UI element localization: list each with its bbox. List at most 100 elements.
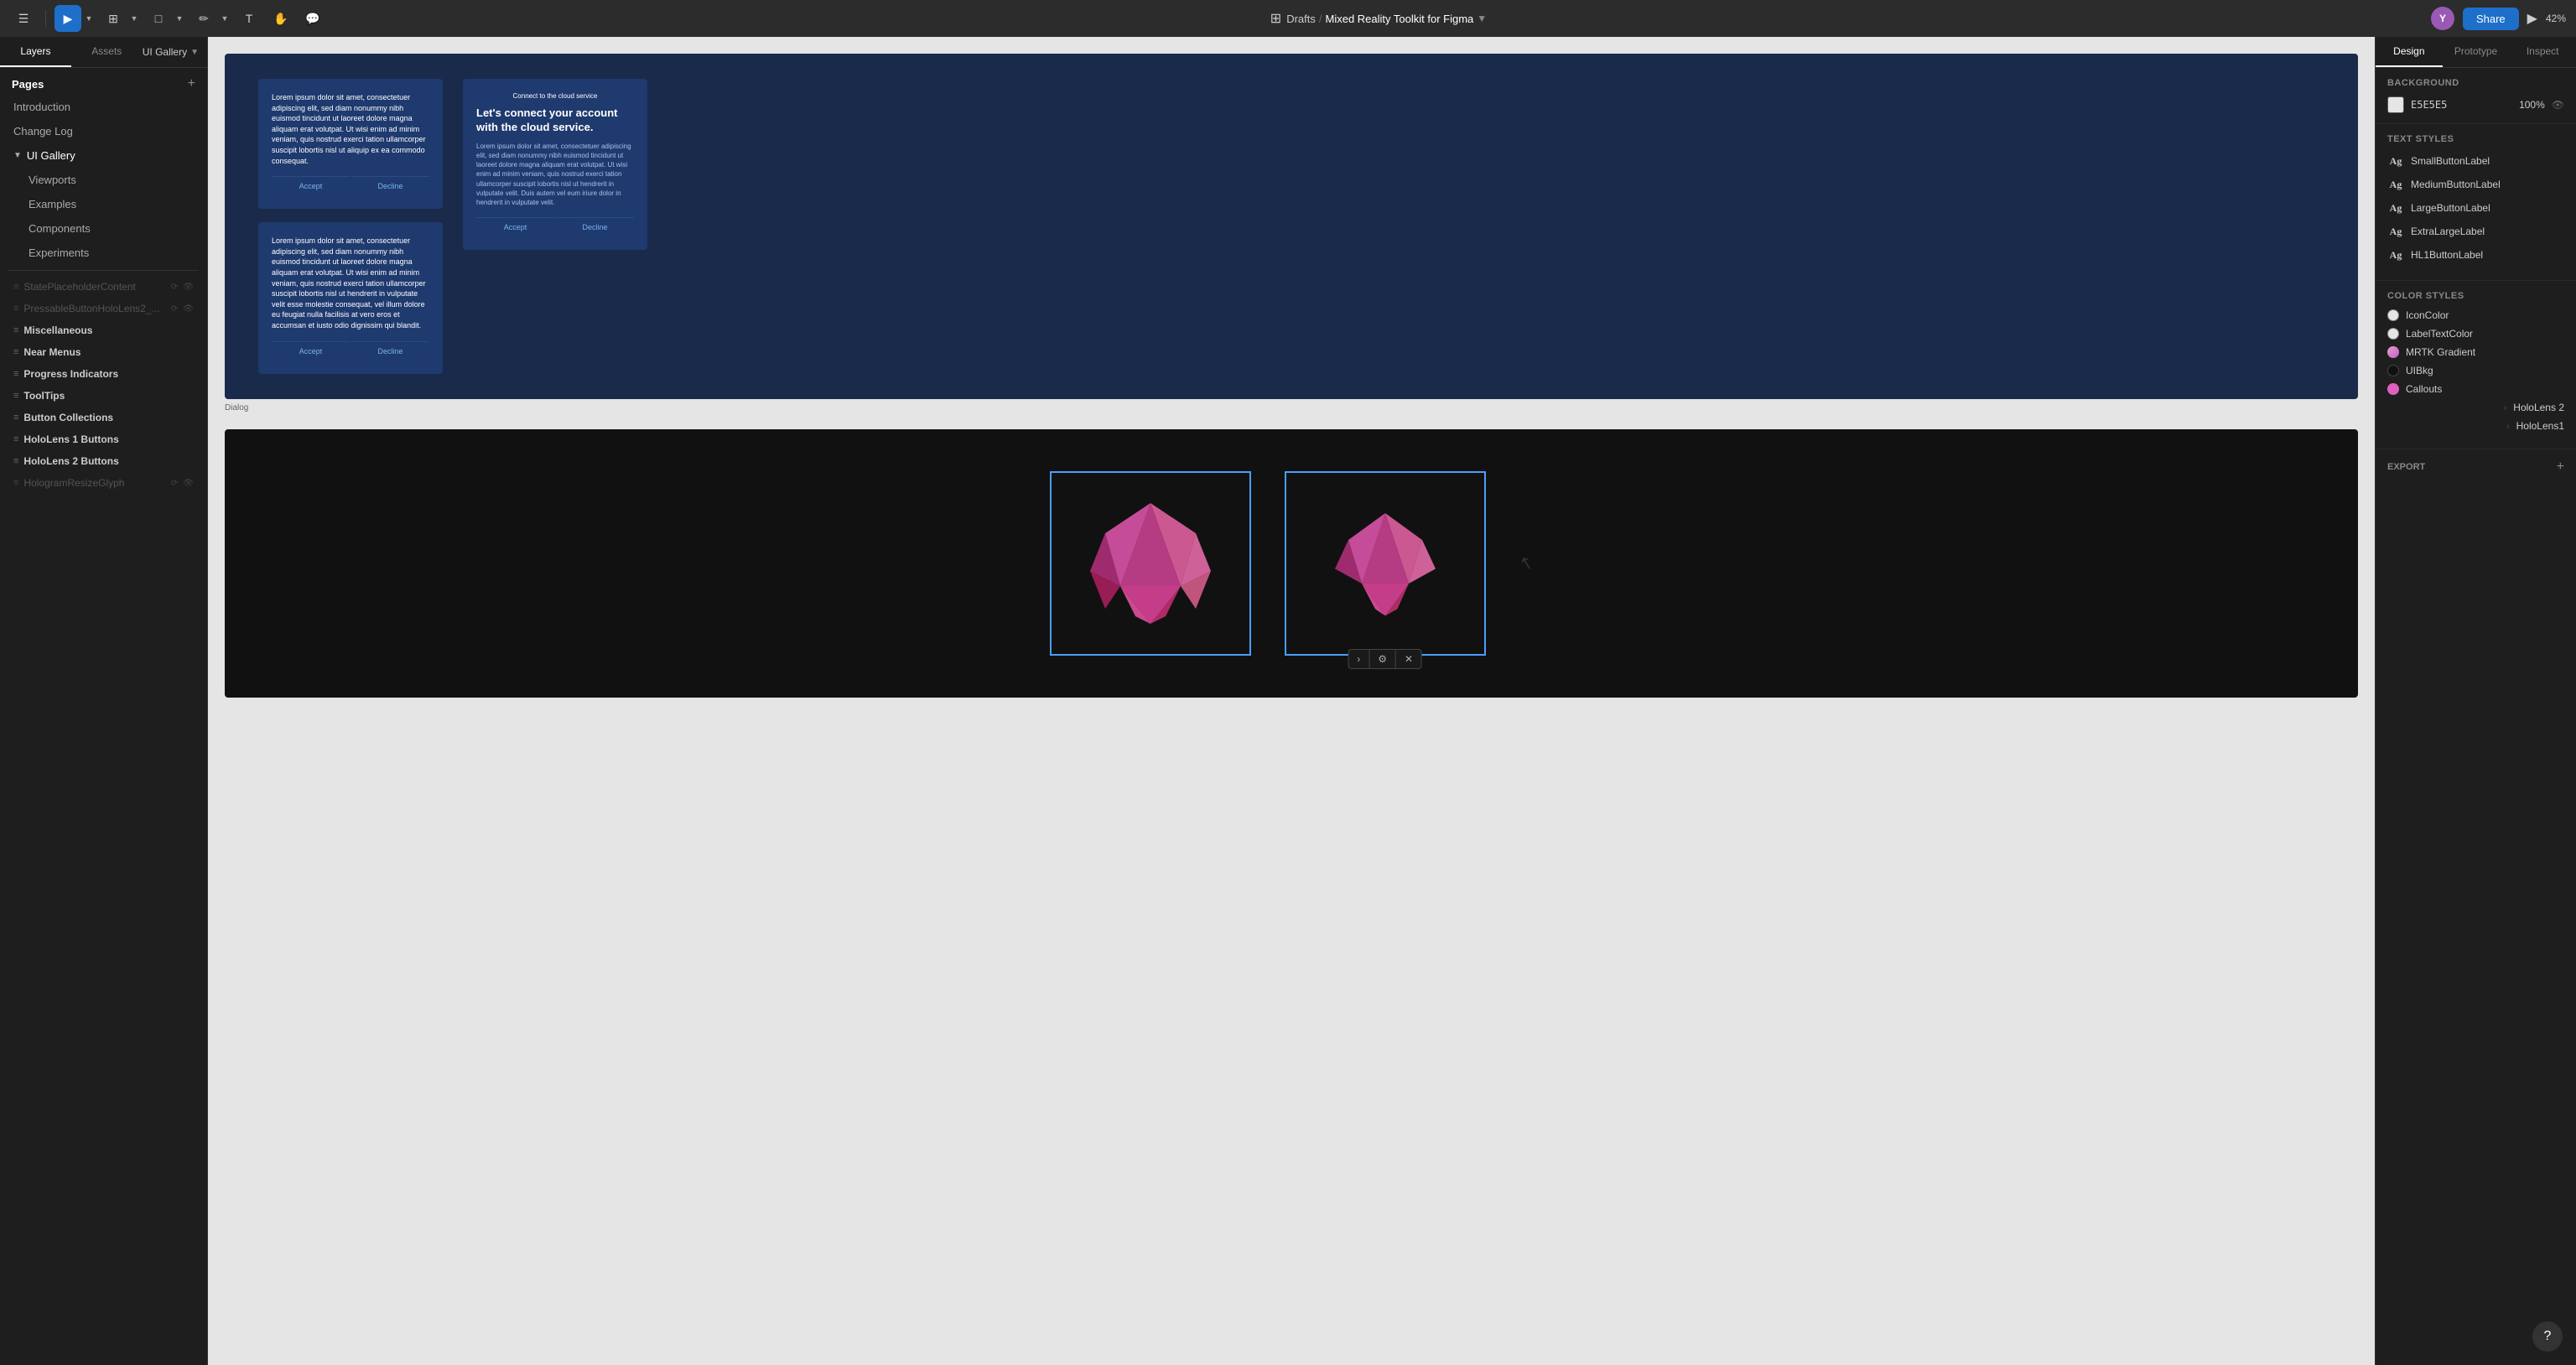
style-row-hl1button[interactable]: Ag HL1ButtonLabel bbox=[2387, 247, 2564, 263]
style-row-extralarge[interactable]: Ag ExtraLargeLabel bbox=[2387, 223, 2564, 240]
dialog-top-buttons: Accept Decline bbox=[272, 176, 429, 195]
dialog-top-text: Lorem ipsum dolor sit amet, consectetuer… bbox=[272, 92, 429, 166]
color-row-hololens2[interactable]: › HoloLens 2 bbox=[2387, 402, 2564, 413]
separator-1 bbox=[45, 10, 46, 27]
breadcrumb-title[interactable]: Mixed Reality Toolkit for Figma bbox=[1326, 13, 1474, 25]
dialog-decline-button-bottom[interactable]: Decline bbox=[351, 341, 429, 361]
hand-tool-button[interactable]: ✋ bbox=[267, 5, 294, 32]
dialog-decline-button-top[interactable]: Decline bbox=[351, 176, 429, 195]
page-item-introduction[interactable]: Introduction bbox=[5, 95, 202, 119]
color-row-callouts[interactable]: Callouts bbox=[2387, 383, 2564, 395]
color-name-mrtkgradient: MRTK Gradient bbox=[2406, 346, 2475, 358]
frame-tool-dropdown[interactable]: ▼ bbox=[128, 5, 140, 32]
ui-gallery-label-area: UI Gallery ▼ bbox=[143, 37, 207, 67]
background-color-value: E5E5E5 bbox=[2411, 99, 2447, 111]
layer-action-eye[interactable]: 👁 bbox=[183, 283, 194, 292]
text-style-ag-icon-3: Ag bbox=[2387, 200, 2404, 216]
shape-tool-button[interactable]: □ bbox=[145, 5, 172, 32]
color-chevron-hl1: › bbox=[2506, 422, 2509, 431]
comment-tool-button[interactable]: 💬 bbox=[299, 5, 326, 32]
layer-action-eye2[interactable]: 👁 bbox=[183, 304, 194, 314]
page-label-experiments: Experiments bbox=[29, 247, 89, 259]
layer-name-hl2buttons: HoloLens 2 Buttons bbox=[23, 455, 194, 467]
frame-toolbar-settings[interactable]: ⚙ bbox=[1369, 650, 1396, 668]
corner-tr-right bbox=[1479, 471, 1486, 478]
text-styles-title: Text Styles bbox=[2387, 134, 2564, 144]
layer-item-progressindicators[interactable]: ≡ Progress Indicators bbox=[5, 363, 202, 385]
tab-layers[interactable]: Layers bbox=[0, 37, 71, 67]
layer-item-hololens2buttons[interactable]: ≡ HoloLens 2 Buttons bbox=[5, 450, 202, 472]
background-section: Background E5E5E5 100% 👁 bbox=[2376, 68, 2576, 124]
color-row-iconcolor[interactable]: IconColor bbox=[2387, 309, 2564, 321]
icosahedron-left bbox=[1075, 488, 1226, 639]
color-row-hololens1[interactable]: › HoloLens1 bbox=[2387, 420, 2564, 432]
topbar-left: ☰ ▶ ▼ ⊞ ▼ □ ▼ ✏ ▼ T ✋ 💬 bbox=[10, 5, 326, 32]
color-row-labeltextcolor[interactable]: LabelTextColor bbox=[2387, 328, 2564, 340]
menu-button[interactable]: ☰ bbox=[10, 5, 37, 32]
play-button[interactable]: ▶ bbox=[2527, 10, 2537, 27]
layer-name-tooltips: ToolTips bbox=[23, 390, 194, 402]
title-dropdown-icon[interactable]: ▼ bbox=[1477, 13, 1487, 24]
breadcrumb: Drafts / Mixed Reality Toolkit for Figma… bbox=[1286, 13, 1487, 25]
layer-item-nearmenus[interactable]: ≡ Near Menus bbox=[5, 341, 202, 363]
layer-action-refresh[interactable]: ⟳ bbox=[171, 283, 178, 292]
color-row-uibkg[interactable]: UIBkg bbox=[2387, 365, 2564, 376]
add-page-button[interactable]: + bbox=[188, 76, 195, 91]
page-item-experiments[interactable]: Experiments bbox=[5, 241, 202, 265]
style-row-largebuttonlabel[interactable]: Ag LargeButtonLabel bbox=[2387, 200, 2564, 216]
frame-toolbar-close[interactable]: ✕ bbox=[1396, 650, 1421, 668]
page-item-changelog[interactable]: Change Log bbox=[5, 119, 202, 143]
dialog-cloud-decline[interactable]: Decline bbox=[556, 217, 634, 236]
dialog-accept-button-top[interactable]: Accept bbox=[272, 176, 350, 195]
share-button[interactable]: Share bbox=[2463, 8, 2519, 30]
layer-item-pressablebutton[interactable]: ≡ PressableButtonHoloLens2_... ⟳ 👁 bbox=[5, 298, 202, 319]
layer-item-hololens1buttons[interactable]: ≡ HoloLens 1 Buttons bbox=[5, 428, 202, 450]
text-tool-button[interactable]: T bbox=[236, 5, 262, 32]
layer-item-tooltips[interactable]: ≡ ToolTips bbox=[5, 385, 202, 407]
layer-item-hologramresize[interactable]: ≡ HologramResizeGlyph ⟳ 👁 bbox=[5, 472, 202, 494]
ui-gallery-label: UI Gallery bbox=[143, 46, 187, 58]
ui-gallery-dropdown[interactable]: ▼ bbox=[190, 48, 199, 57]
page-item-examples[interactable]: Examples bbox=[5, 192, 202, 216]
help-button[interactable]: ? bbox=[2532, 1321, 2563, 1352]
layer-action-eye3[interactable]: 👁 bbox=[183, 479, 194, 488]
layer-action-refresh3[interactable]: ⟳ bbox=[171, 479, 178, 488]
move-tool-button[interactable]: ▶ bbox=[55, 5, 81, 32]
background-eye-button[interactable]: 👁 bbox=[2552, 99, 2564, 111]
threed-frame-right[interactable]: › ⚙ ✕ bbox=[1285, 471, 1486, 656]
tab-assets[interactable]: Assets bbox=[71, 37, 143, 67]
layer-icon-progress: ≡ bbox=[13, 369, 18, 379]
grid-icon[interactable]: ⊞ bbox=[1270, 10, 1281, 27]
threed-frame-left[interactable] bbox=[1050, 471, 1251, 656]
layer-name-progress: Progress Indicators bbox=[23, 368, 194, 380]
tab-design[interactable]: Design bbox=[2376, 37, 2443, 67]
dialog-cloud-accept[interactable]: Accept bbox=[476, 217, 554, 236]
layer-item-miscellaneous[interactable]: ≡ Miscellaneous bbox=[5, 319, 202, 341]
frame-toolbar-chevron[interactable]: › bbox=[1348, 650, 1369, 668]
breadcrumb-drafts[interactable]: Drafts bbox=[1286, 13, 1316, 25]
export-add-button[interactable]: + bbox=[2557, 459, 2564, 475]
layer-item-stateplaceholder[interactable]: ≡ StatePlaceholderContent ⟳ 👁 bbox=[5, 276, 202, 298]
page-item-viewports[interactable]: Viewports bbox=[5, 168, 202, 192]
layer-action-refresh2[interactable]: ⟳ bbox=[171, 304, 178, 314]
color-styles-section: Color Styles IconColor LabelTextColor MR… bbox=[2376, 281, 2576, 449]
tab-prototype[interactable]: Prototype bbox=[2443, 37, 2510, 67]
background-swatch[interactable] bbox=[2387, 96, 2404, 113]
shape-tool-dropdown[interactable]: ▼ bbox=[174, 5, 185, 32]
style-row-mediumbuttonlabel[interactable]: Ag MediumButtonLabel bbox=[2387, 176, 2564, 193]
page-item-components[interactable]: Components bbox=[5, 216, 202, 241]
layer-item-buttoncollections[interactable]: ≡ Button Collections bbox=[5, 407, 202, 428]
tab-inspect[interactable]: Inspect bbox=[2509, 37, 2576, 67]
color-swatch-uibkg bbox=[2387, 365, 2399, 376]
color-row-mrtkgradient[interactable]: MRTK Gradient bbox=[2387, 346, 2564, 358]
move-tool-dropdown[interactable]: ▼ bbox=[83, 5, 95, 32]
pen-tool-button[interactable]: ✏ bbox=[190, 5, 217, 32]
page-item-uigallery[interactable]: ▼ UI Gallery bbox=[5, 143, 202, 168]
pen-tool-dropdown[interactable]: ▼ bbox=[219, 5, 231, 32]
canvas-area[interactable]: Lorem ipsum dolor sit amet, consectetuer… bbox=[208, 37, 2375, 1365]
frame-tool-button[interactable]: ⊞ bbox=[100, 5, 127, 32]
dialog-accept-button-bottom[interactable]: Accept bbox=[272, 341, 350, 361]
style-row-smallbuttonlabel[interactable]: Ag SmallButtonLabel bbox=[2387, 153, 2564, 169]
topbar-center: ⊞ Drafts / Mixed Reality Toolkit for Fig… bbox=[333, 10, 2424, 27]
text-style-ag-icon-5: Ag bbox=[2387, 247, 2404, 263]
